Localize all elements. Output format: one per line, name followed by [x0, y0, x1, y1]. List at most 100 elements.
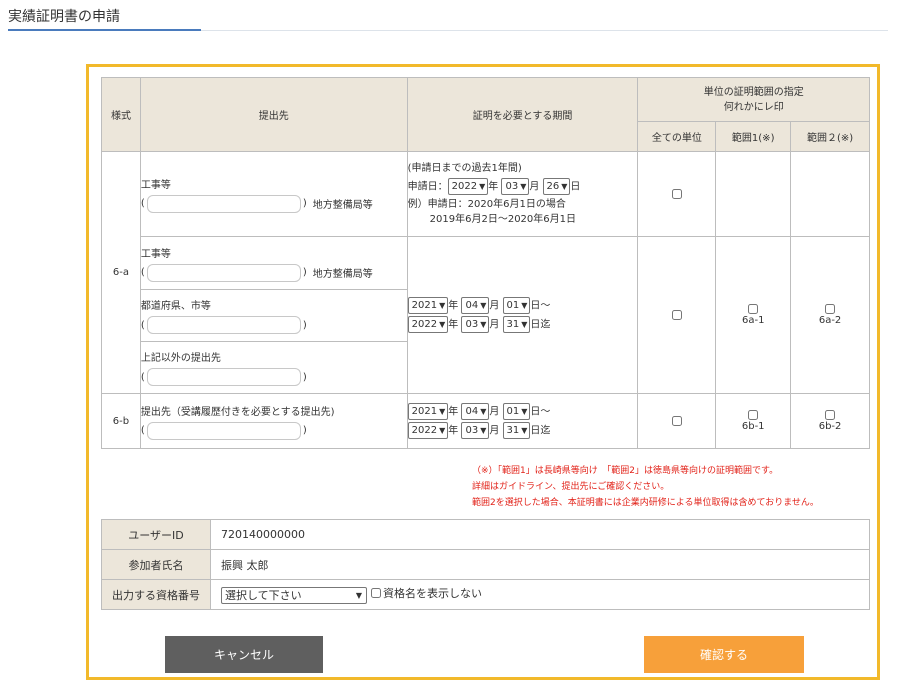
- course-history-destination-input[interactable]: [146, 421, 301, 440]
- chevron-down-icon: ▼: [521, 426, 528, 435]
- range2-checkbox[interactable]: [825, 304, 836, 314]
- cert-number-cell: 選択して下さい ▼ 資格名を表示しない: [210, 579, 870, 610]
- user-id-label: ユーザーID: [101, 519, 211, 550]
- range2-cell: 6a-2: [790, 236, 870, 394]
- chevron-down-icon: ▼: [355, 590, 362, 600]
- header-range-hint: 何れかにレ印: [723, 101, 784, 113]
- paren-close: ): [302, 198, 307, 209]
- unit-day: 日: [570, 181, 581, 193]
- all-units-cell: [637, 393, 717, 449]
- bureau-suffix: 地方整備局等: [312, 200, 373, 211]
- chevron-down-icon: ▼: [520, 182, 527, 191]
- example-line: 例）申請日：2020年6月1日の場合: [407, 199, 566, 210]
- empty-cell: [790, 151, 870, 237]
- chevron-down-icon: ▼: [480, 407, 487, 416]
- format-6b: 6-b: [101, 393, 141, 449]
- to-date-row: 2022 ▼ 年 03 ▼ 月 31 ▼ 日迄: [407, 316, 638, 333]
- from-year-select[interactable]: 2021 ▼: [407, 297, 449, 314]
- from-day-select[interactable]: 01 ▼: [502, 403, 531, 420]
- header-range-title: 単位の証明範囲の指定: [703, 86, 804, 98]
- range2-label: 6a-2: [818, 315, 842, 326]
- from-year-select[interactable]: 2021 ▼: [407, 403, 449, 420]
- all-units-cell: [637, 151, 717, 237]
- dest-label: 都道府県、市等: [140, 301, 211, 312]
- chevron-down-icon: ▼: [521, 301, 528, 310]
- other-destination-input[interactable]: [146, 368, 301, 386]
- all-units-checkbox[interactable]: [671, 188, 682, 199]
- chevron-down-icon: ▼: [439, 407, 446, 416]
- chevron-down-icon: ▼: [521, 407, 528, 416]
- to-year-select[interactable]: 2022 ▼: [407, 316, 449, 333]
- dest-label: 工事等: [140, 179, 171, 191]
- range2-checkbox[interactable]: [825, 410, 836, 420]
- all-units-checkbox[interactable]: [671, 309, 682, 320]
- to-year-select[interactable]: 2022 ▼: [407, 422, 449, 439]
- dest-label: 提出先（受講履歴付きを必要とする提出先): [140, 406, 335, 418]
- header-all-units: 全ての単位: [637, 121, 717, 152]
- confirm-button[interactable]: 確認する: [644, 636, 804, 673]
- cert-number-label: 出力する資格番号: [101, 579, 211, 610]
- cert-number-select[interactable]: 選択して下さい ▼: [221, 586, 367, 604]
- all-units-checkbox[interactable]: [671, 415, 682, 426]
- note-line: 詳細はガイドライン、提出先にご確認ください。: [472, 482, 670, 492]
- hide-cert-name-checkbox[interactable]: [371, 588, 381, 599]
- range2-label: 6b-2: [818, 421, 842, 432]
- chevron-down-icon: ▼: [561, 182, 568, 191]
- user-info-table: ユーザーID 720140000000 参加者氏名 振興 太郎 出力する資格番号…: [101, 519, 870, 610]
- period-cell: 2021 ▼ 年 04 ▼ 月 01 ▼ 日～ 2022 ▼ 年 03 ▼ 月 31 ▼ 日迄: [406, 393, 639, 449]
- from-date-row: 2021 ▼ 年 04 ▼ 月 01 ▼ 日～: [407, 297, 638, 314]
- cancel-button[interactable]: キャンセル: [165, 636, 323, 673]
- empty-cell: [715, 151, 792, 237]
- to-month-select[interactable]: 03 ▼: [461, 316, 490, 333]
- user-id-value: 720140000000: [210, 519, 870, 550]
- day-select[interactable]: 26 ▼: [542, 178, 571, 195]
- from-day-select[interactable]: 01 ▼: [502, 297, 531, 314]
- destination-cell: 提出先（受講履歴付きを必要とする提出先) (): [139, 393, 408, 449]
- range-note: （※）「範囲1」は長崎県等向け 「範囲2」は徳島県等向けの証明範囲です。 詳細は…: [472, 463, 819, 511]
- bureau-name-input[interactable]: [146, 263, 301, 282]
- prefecture-input[interactable]: [146, 316, 301, 334]
- header-range2: 範囲２(※): [790, 121, 870, 152]
- destination-cell: 工事等 () 地方整備局等: [139, 236, 408, 290]
- chevron-down-icon: ▼: [439, 301, 446, 310]
- format-6a: 6-a: [101, 151, 141, 394]
- title-underline-accent: [8, 29, 201, 31]
- range1-label: 6b-1: [741, 421, 765, 432]
- period-cell: 2021 ▼ 年 04 ▼ 月 01 ▼ 日～ 2022 ▼ 年 03 ▼ 月 31 ▼ 日迄: [406, 236, 639, 394]
- date-prefix: 申請日：: [407, 181, 448, 193]
- participant-name-label: 参加者氏名: [101, 549, 211, 580]
- range1-cell: 6a-1: [715, 236, 792, 394]
- note-line: 範囲2を選択した場合、本証明書には企業内研修による単位取得は含めておりません。: [472, 498, 819, 508]
- period-note: (申請日までの過去1年間): [407, 163, 522, 174]
- to-date-row: 2022 ▼ 年 03 ▼ 月 31 ▼ 日迄: [407, 422, 638, 439]
- unit-year: 年: [488, 181, 499, 193]
- dest-input-row: ( ) 地方整備局等: [140, 194, 373, 213]
- dest-label: 上記以外の提出先: [140, 353, 221, 364]
- range1-cell: 6b-1: [715, 393, 792, 449]
- hide-cert-name-option[interactable]: 資格名を表示しない: [371, 585, 482, 601]
- destination-cell: 上記以外の提出先 (): [139, 341, 408, 394]
- bureau-name-input[interactable]: [146, 194, 301, 213]
- month-select[interactable]: 03 ▼: [501, 178, 530, 195]
- page-title: 実績証明書の申請: [8, 9, 120, 25]
- header-range1: 範囲1(※): [715, 121, 792, 152]
- destination-cell: 都道府県、市等 (): [139, 289, 408, 342]
- to-day-select[interactable]: 31 ▼: [502, 316, 531, 333]
- year-select[interactable]: 2022 ▼: [447, 178, 489, 195]
- paren-open: (: [140, 198, 145, 209]
- dest-label: 工事等: [140, 248, 171, 260]
- to-month-select[interactable]: 03 ▼: [461, 422, 490, 439]
- note-line: （※）「範囲1」は長崎県等向け 「範囲2」は徳島県等向けの証明範囲です。: [472, 466, 779, 476]
- from-month-select[interactable]: 04 ▼: [461, 403, 490, 420]
- header-destination: 提出先: [139, 77, 408, 152]
- range1-checkbox[interactable]: [748, 304, 759, 314]
- certificate-range-table: 様式 提出先 証明を必要とする期間 単位の証明範囲の指定 何れかにレ印 全ての単…: [101, 77, 870, 449]
- chevron-down-icon: ▼: [439, 320, 446, 329]
- range1-checkbox[interactable]: [748, 410, 759, 420]
- to-day-select[interactable]: 31 ▼: [502, 422, 531, 439]
- from-month-select[interactable]: 04 ▼: [461, 297, 490, 314]
- period-past-year: (申請日までの過去1年間) 申請日： 2022 ▼ 年 03 ▼ 月 26 ▼ 日 例）申請日…: [406, 151, 639, 237]
- chevron-down-icon: ▼: [439, 426, 446, 435]
- chevron-down-icon: ▼: [480, 426, 487, 435]
- header-range: 単位の証明範囲の指定 何れかにレ印: [637, 77, 870, 122]
